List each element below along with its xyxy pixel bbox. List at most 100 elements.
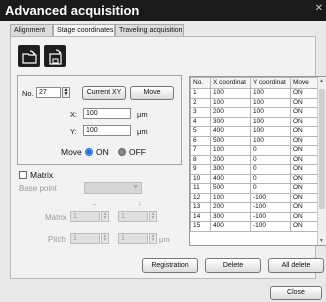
scroll-thumb[interactable] — [319, 89, 325, 209]
cell-x-coordinate[interactable]: 300 — [210, 211, 251, 222]
cell-x-coordinate[interactable]: 300 — [210, 116, 251, 127]
no-input[interactable]: 27 — [36, 87, 61, 98]
matrix-x-input[interactable]: 1 — [70, 211, 100, 222]
matrix-y-stepper[interactable]: ▲ ▼ — [149, 211, 157, 222]
no-stepper[interactable]: ▲ ▼ — [62, 87, 70, 98]
cell-move[interactable]: ON — [290, 135, 318, 146]
table-row[interactable]: 5 400 100 ON — [190, 126, 318, 137]
cell-y-coordinate[interactable]: -100 — [250, 221, 291, 232]
table-row[interactable]: 12 100 -100 ON — [190, 192, 318, 203]
stepper-down-icon[interactable]: ▼ — [63, 92, 69, 97]
registration-button[interactable]: Registration — [142, 258, 198, 273]
table-row[interactable]: 3 200 100 ON — [190, 107, 318, 118]
cell-move[interactable]: ON — [290, 173, 318, 184]
open-file-button[interactable] — [18, 45, 40, 67]
cell-x-coordinate[interactable]: 100 — [210, 192, 251, 203]
table-row[interactable]: 14 300 -100 ON — [190, 211, 318, 222]
window-close-icon[interactable]: ✕ — [315, 3, 323, 14]
cell-move[interactable]: ON — [290, 88, 318, 99]
stepper-down-icon[interactable]: ▼ — [150, 238, 156, 243]
matrix-checkbox[interactable] — [19, 171, 27, 179]
cell-no[interactable]: 10 — [190, 173, 211, 184]
cell-x-coordinate[interactable]: 500 — [210, 135, 251, 146]
cell-move[interactable]: ON — [290, 116, 318, 127]
cell-x-coordinate[interactable]: 400 — [210, 126, 251, 137]
scroll-down-icon[interactable]: ▼ — [319, 238, 324, 244]
matrix-y-input[interactable]: 1 — [118, 211, 148, 222]
cell-y-coordinate[interactable]: 100 — [250, 88, 291, 99]
tab-alignment[interactable]: Alignment — [10, 24, 53, 36]
cell-no[interactable]: 15 — [190, 221, 211, 232]
column-header-x[interactable]: X coordinat — [210, 77, 251, 89]
cell-x-coordinate[interactable]: 100 — [210, 97, 251, 108]
cell-move[interactable]: ON — [290, 221, 318, 232]
cell-move[interactable]: ON — [290, 97, 318, 108]
stepper-down-icon[interactable]: ▼ — [102, 238, 108, 243]
cell-no[interactable]: 5 — [190, 126, 211, 137]
delete-button[interactable]: Delete — [205, 258, 261, 273]
table-row[interactable]: 6 500 100 ON — [190, 135, 318, 146]
table-row[interactable]: 1 100 100 ON — [190, 88, 318, 99]
move-off-radio[interactable] — [118, 148, 126, 156]
table-row[interactable]: 13 200 -100 ON — [190, 202, 318, 213]
cell-y-coordinate[interactable]: 0 — [250, 164, 291, 175]
table-scrollbar[interactable]: ▲ ▼ — [317, 77, 326, 245]
table-row[interactable]: 15 400 -100 ON — [190, 221, 318, 232]
cell-move[interactable]: ON — [290, 164, 318, 175]
cell-y-coordinate[interactable]: 0 — [250, 145, 291, 156]
cell-x-coordinate[interactable]: 200 — [210, 202, 251, 213]
all-delete-button[interactable]: All delete — [268, 258, 324, 273]
cell-x-coordinate[interactable]: 400 — [210, 173, 251, 184]
table-row[interactable]: 8 200 0 ON — [190, 154, 318, 165]
cell-move[interactable]: ON — [290, 192, 318, 203]
cell-no[interactable]: 3 — [190, 107, 211, 118]
y-coordinate-input[interactable]: 100 — [83, 125, 131, 136]
cell-y-coordinate[interactable]: 100 — [250, 97, 291, 108]
cell-no[interactable]: 1 — [190, 88, 211, 99]
move-on-radio[interactable] — [85, 148, 93, 156]
cell-move[interactable]: ON — [290, 126, 318, 137]
cell-no[interactable]: 2 — [190, 97, 211, 108]
cell-no[interactable]: 14 — [190, 211, 211, 222]
cell-move[interactable]: ON — [290, 154, 318, 165]
cell-no[interactable]: 12 — [190, 192, 211, 203]
x-coordinate-input[interactable]: 100 — [83, 108, 131, 119]
table-row[interactable]: 2 100 100 ON — [190, 97, 318, 108]
cell-y-coordinate[interactable]: 0 — [250, 154, 291, 165]
cell-no[interactable]: 11 — [190, 183, 211, 194]
pitch-y-input[interactable]: 1 — [118, 233, 148, 244]
stepper-down-icon[interactable]: ▼ — [102, 216, 108, 221]
cell-x-coordinate[interactable]: 100 — [210, 88, 251, 99]
matrix-x-stepper[interactable]: ▲ ▼ — [101, 211, 109, 222]
cell-move[interactable]: ON — [290, 211, 318, 222]
cell-move[interactable]: ON — [290, 202, 318, 213]
column-header-y[interactable]: Y coordinat — [250, 77, 291, 89]
cell-y-coordinate[interactable]: 100 — [250, 116, 291, 127]
save-file-button[interactable] — [44, 45, 66, 67]
cell-x-coordinate[interactable]: 200 — [210, 154, 251, 165]
cell-y-coordinate[interactable]: -100 — [250, 192, 291, 203]
table-row[interactable]: 9 300 0 ON — [190, 164, 318, 175]
pitch-y-stepper[interactable]: ▲ ▼ — [149, 233, 157, 244]
scroll-up-icon[interactable]: ▲ — [319, 78, 324, 84]
pitch-x-stepper[interactable]: ▲ ▼ — [101, 233, 109, 244]
cell-x-coordinate[interactable]: 100 — [210, 145, 251, 156]
cell-x-coordinate[interactable]: 300 — [210, 164, 251, 175]
base-point-dropdown[interactable]: ▼ — [84, 182, 142, 194]
cell-x-coordinate[interactable]: 500 — [210, 183, 251, 194]
cell-y-coordinate[interactable]: 100 — [250, 126, 291, 137]
coordinates-table[interactable]: No. X coordinat Y coordinat Move 1 100 100… — [189, 76, 326, 246]
cell-y-coordinate[interactable]: 100 — [250, 107, 291, 118]
cell-move[interactable]: ON — [290, 145, 318, 156]
cell-y-coordinate[interactable]: 100 — [250, 135, 291, 146]
cell-y-coordinate[interactable]: -100 — [250, 211, 291, 222]
cell-x-coordinate[interactable]: 400 — [210, 221, 251, 232]
stepper-down-icon[interactable]: ▼ — [150, 216, 156, 221]
tab-traveling-acquisition[interactable]: Traveling acquisition — [115, 24, 184, 36]
cell-no[interactable]: 9 — [190, 164, 211, 175]
cell-no[interactable]: 13 — [190, 202, 211, 213]
cell-no[interactable]: 8 — [190, 154, 211, 165]
table-row[interactable]: 4 300 100 ON — [190, 116, 318, 127]
cell-no[interactable]: 6 — [190, 135, 211, 146]
column-header-no[interactable]: No. — [190, 77, 211, 89]
